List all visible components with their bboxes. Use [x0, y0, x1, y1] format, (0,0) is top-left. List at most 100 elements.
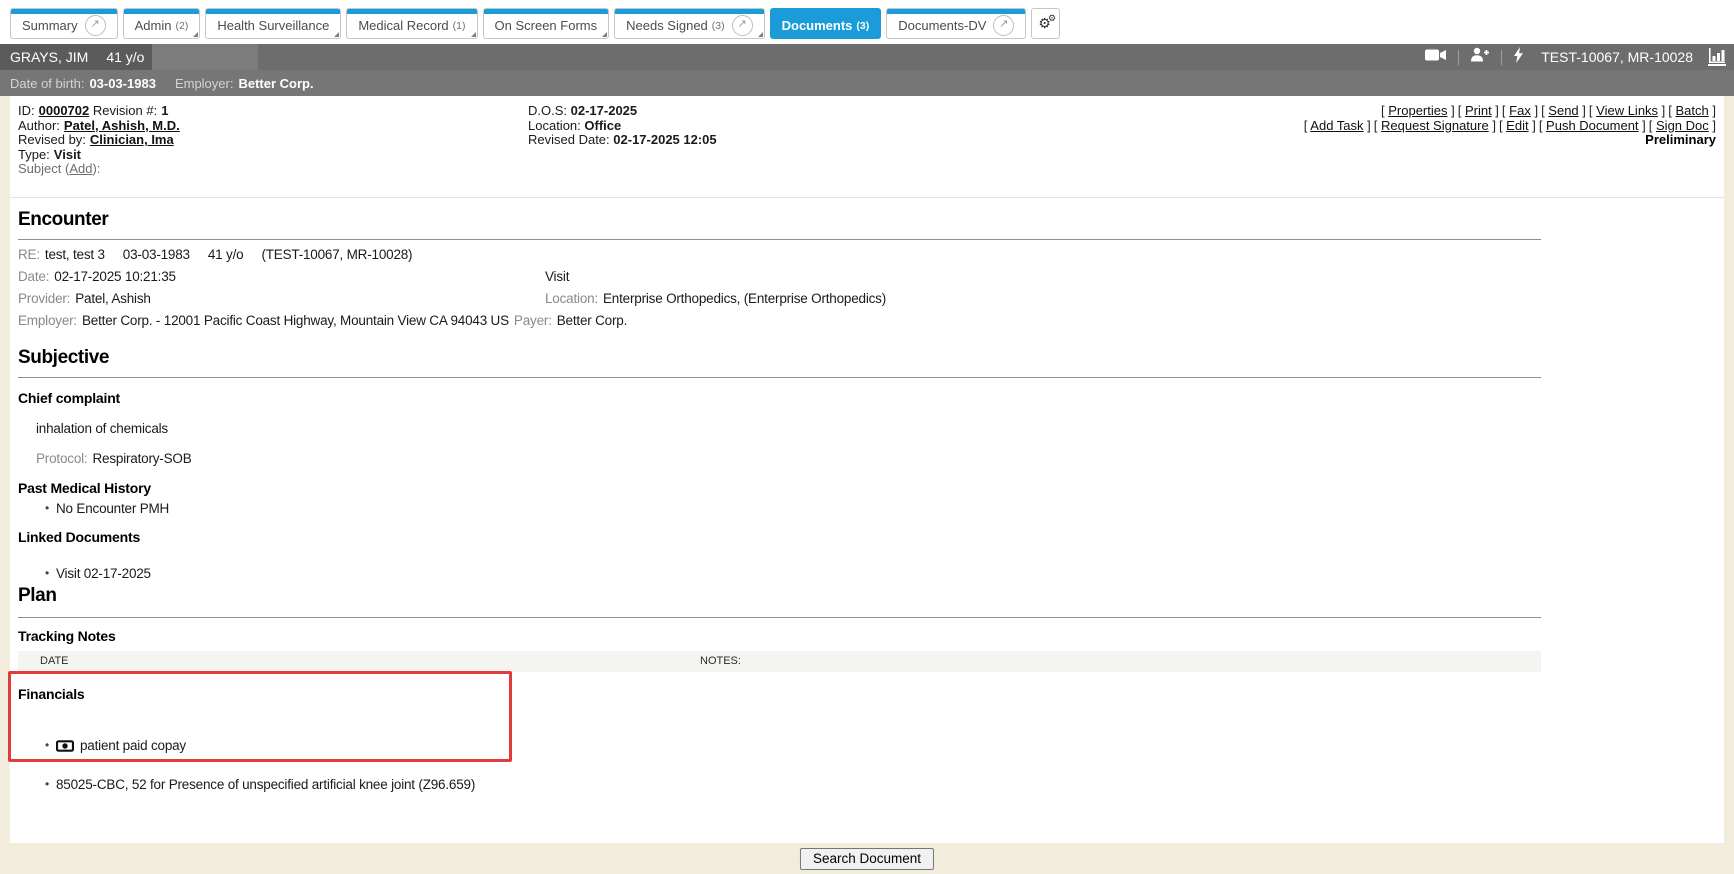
money-icon [56, 740, 74, 755]
notes-column-header: NOTES: [700, 651, 741, 672]
section-rule [18, 617, 1541, 618]
doc-meta-middle: D.O.S: 02-17-2025 Location: Office Revis… [528, 104, 717, 148]
patient-bar-icons: TEST-10067, MR-10028 [1425, 44, 1726, 70]
patient-header-bar: GRAYS, JIM41 y/o TEST-10067, MR-10028 [0, 44, 1734, 70]
doc-actions: Properties Print Fax Send View Links Batch Ad… [1301, 104, 1716, 148]
tab-label: Medical Record [358, 18, 448, 33]
doc-id-link[interactable]: 0000702 [39, 103, 90, 118]
enc-employer-value: Better Corp. - 12001 Pacific Coast Highw… [82, 313, 509, 328]
tab-count-badge: (3) [856, 20, 869, 32]
revised-date-label: Revised Date: [528, 132, 610, 147]
view-links-link[interactable]: View Links [1596, 103, 1658, 118]
type-label: Type: [18, 147, 50, 162]
tracking-notes-heading: Tracking Notes [18, 628, 116, 644]
encounter-re-line: RE:test, test 303-03-198341 y/o(TEST-100… [18, 247, 1548, 262]
revised-by-link[interactable]: Clinician, Ima [90, 132, 174, 147]
chief-complaint-heading: Chief complaint [18, 390, 120, 406]
doc-actions-row2: Add Task Request Signature Edit Push Docume… [1301, 119, 1716, 134]
tab-documents[interactable]: Documents(3) [770, 8, 882, 39]
protocol-value: Respiratory-SOB [92, 451, 191, 466]
tab-admin[interactable]: Admin(2) [123, 8, 201, 39]
section-rule [18, 377, 1541, 378]
tab-needs-signed[interactable]: Needs Signed(3)↗ [614, 8, 765, 39]
tab-summary[interactable]: Summary ↗ [10, 8, 118, 39]
financials-item-text: patient paid copay [80, 738, 186, 753]
subject-suffix: ): [92, 161, 100, 176]
re-ids: (TEST-10067, MR-10028) [261, 247, 412, 262]
tab-on-screen-forms[interactable]: On Screen Forms [483, 8, 610, 39]
push-document-link[interactable]: Push Document [1546, 118, 1639, 133]
financials-item: patient paid copay [45, 738, 1734, 755]
payer-label: Payer: [514, 313, 552, 328]
date-value: 02-17-2025 10:21:35 [54, 269, 176, 284]
pmh-heading: Past Medical History [18, 480, 151, 496]
enc-employer-label: Employer: [18, 313, 77, 328]
tracking-notes-header-row: DATE NOTES: [18, 651, 1541, 672]
location-value: Office [584, 118, 621, 133]
edit-link[interactable]: Edit [1506, 118, 1528, 133]
tab-label: Health Surveillance [217, 18, 329, 33]
tab-label: Summary [22, 18, 78, 33]
tab-count-badge: (1) [453, 20, 466, 32]
dos-label: D.O.S: [528, 103, 567, 118]
re-age: 41 y/o [208, 247, 244, 262]
print-link[interactable]: Print [1465, 103, 1492, 118]
search-document-button[interactable]: Search Document [800, 848, 934, 870]
pmh-item: No Encounter PMH [45, 501, 1734, 516]
video-camera-icon[interactable] [1425, 48, 1447, 67]
employer-label: Employer: [175, 76, 234, 91]
encounter-employer-row: Employer: Better Corp. - 12001 Pacific Co… [18, 313, 1548, 328]
page-margin-right [1724, 96, 1734, 874]
provider-label: Provider: [18, 291, 70, 306]
dos-value: 02-17-2025 [571, 103, 638, 118]
header-separator [10, 197, 1724, 198]
lightning-bolt-icon[interactable] [1513, 47, 1524, 68]
encounter-date-row: Date:02-17-2025 10:21:35 Visit [18, 269, 1548, 284]
properties-link[interactable]: Properties [1388, 103, 1447, 118]
bar-chart-icon[interactable] [1708, 48, 1726, 66]
dob-label: Date of birth: [10, 76, 84, 91]
popout-icon[interactable]: ↗ [85, 15, 106, 36]
add-task-link[interactable]: Add Task [1310, 118, 1363, 133]
ehr-document-page: Summary ↗ Admin(2) Health Surveillance Me… [0, 0, 1734, 874]
sign-doc-link[interactable]: Sign Doc [1656, 118, 1709, 133]
popout-icon[interactable]: ↗ [993, 15, 1014, 36]
revised-by-label: Revised by: [18, 132, 86, 147]
section-rule [18, 239, 1541, 240]
tab-health-surveillance[interactable]: Health Surveillance [205, 8, 341, 39]
chief-complaint-text: inhalation of chemicals [36, 421, 168, 436]
fax-link[interactable]: Fax [1509, 103, 1531, 118]
encounter-provider-row: Provider:Patel, Ashish Location:Enterpri… [18, 291, 1548, 306]
divider [1458, 50, 1459, 65]
subjective-heading: Subjective [18, 347, 109, 369]
visit-type: Visit [545, 269, 569, 284]
gears-icon-small: ⚙ [1048, 13, 1053, 24]
re-label: RE: [18, 247, 40, 262]
subject-label: Subject ( [18, 161, 69, 176]
add-person-icon[interactable] [1470, 47, 1490, 67]
gears-icon: ⚙ [1038, 15, 1048, 32]
batch-link[interactable]: Batch [1676, 103, 1709, 118]
divider [1501, 50, 1502, 65]
dob-value: 03-03-1983 [89, 76, 156, 91]
doc-actions-row1: Properties Print Fax Send View Links Batch [1301, 104, 1716, 119]
revision-label: Revision #: [93, 103, 157, 118]
author-link[interactable]: Patel, Ashish, M.D. [64, 118, 180, 133]
patient-ids: TEST-10067, MR-10028 [1541, 49, 1693, 65]
revised-date-value: 02-17-2025 12:05 [613, 132, 716, 147]
linked-document-item: Visit 02-17-2025 [45, 566, 1734, 581]
send-link[interactable]: Send [1548, 103, 1578, 118]
popout-icon[interactable]: ↗ [732, 15, 753, 36]
tab-label: On Screen Forms [495, 18, 598, 33]
tab-settings-button[interactable]: ⚙⚙ [1031, 8, 1060, 39]
protocol-row: Protocol:Respiratory-SOB [36, 451, 192, 466]
tab-medical-record[interactable]: Medical Record (1) [346, 8, 477, 39]
tab-documents-dv[interactable]: Documents-DV↗ [886, 8, 1026, 39]
request-signature-link[interactable]: Request Signature [1381, 118, 1489, 133]
employer-value: Better Corp. [238, 76, 313, 91]
document-content: ID:0000702 Revision #:1 Author:Patel, As… [10, 96, 1724, 843]
financials-heading: Financials [18, 686, 84, 702]
patient-name-segment: GRAYS, JIM41 y/o [0, 44, 152, 70]
tab-label: Documents [782, 18, 853, 33]
subject-add-link[interactable]: Add [69, 161, 92, 176]
